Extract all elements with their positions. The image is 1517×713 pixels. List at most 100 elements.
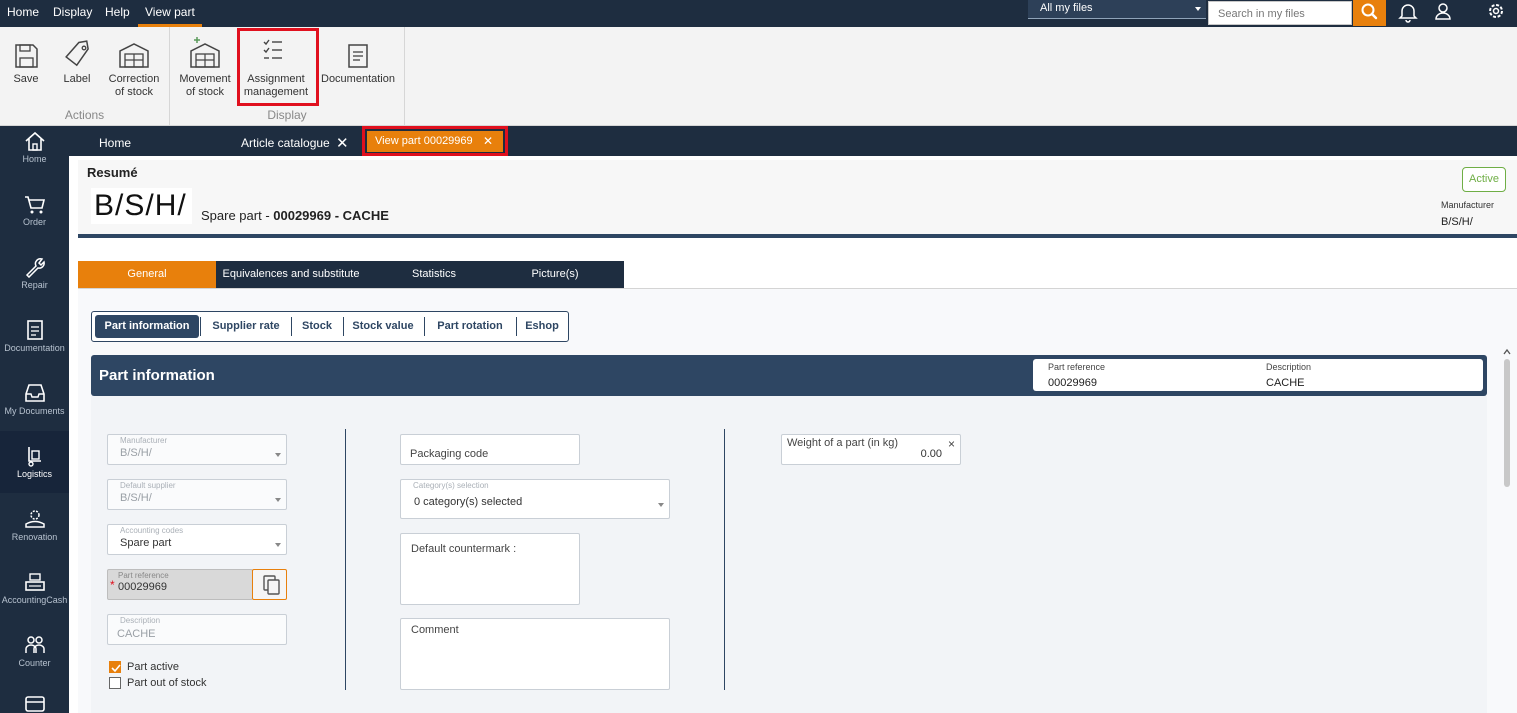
divider — [291, 317, 292, 336]
field-label: Part reference — [118, 571, 169, 580]
hand-truck-icon — [27, 447, 41, 467]
chevron-down-icon — [275, 453, 281, 457]
sidebar-item-card[interactable] — [0, 694, 69, 713]
subtab-part-information[interactable]: Part information — [95, 315, 199, 338]
default-countermark-textarea[interactable]: Default countermark : — [400, 533, 580, 605]
description-field[interactable]: Description CACHE — [107, 614, 287, 645]
field-label: Accounting codes — [120, 526, 184, 535]
chevron-down-icon — [275, 543, 281, 547]
settings-button[interactable] — [1481, 0, 1511, 26]
movement-of-stock-button[interactable]: Movement of stock — [177, 27, 233, 99]
accounting-codes-select[interactable]: Accounting codes Spare part — [107, 524, 287, 555]
summary-ref-value: 00029969 — [1048, 377, 1097, 389]
sidebar-label: Logistics — [16, 469, 52, 479]
category-selection-select[interactable]: Category(s) selection 0 category(s) sele… — [400, 479, 670, 519]
sidebar-label: Order — [22, 217, 46, 227]
packaging-code-field[interactable]: Packaging code — [400, 434, 580, 465]
close-icon[interactable]: ✕ — [336, 134, 349, 152]
wrench-icon — [25, 258, 45, 278]
divider — [343, 317, 344, 336]
sidebar-item-logistics[interactable]: Logistics — [0, 431, 69, 493]
copy-button[interactable] — [252, 569, 287, 600]
tab-statistics[interactable]: Statistics — [378, 261, 490, 288]
tab-pictures[interactable]: Picture(s) — [498, 261, 612, 288]
part-information-summary: Part reference 00029969 Description CACH… — [1033, 359, 1483, 391]
documentation-label: Documentation — [321, 73, 395, 85]
check-icon — [111, 664, 121, 673]
sidebar-item-documentation[interactable]: Documentation — [0, 319, 69, 381]
field-label: Description — [120, 616, 161, 625]
tab-general[interactable]: General — [78, 261, 216, 288]
sidebar-item-accounting-cash[interactable]: AccountingCash — [0, 571, 69, 633]
sidebar-item-renovation[interactable]: Renovation — [0, 508, 69, 570]
menu-help[interactable]: Help — [105, 0, 130, 27]
movement-label-1: Movement — [179, 73, 231, 85]
label-button[interactable]: Label — [57, 27, 97, 86]
field-value: B/S/H/ — [120, 447, 152, 459]
correction-label-2: of stock — [115, 86, 153, 98]
part-out-of-stock-label: Part out of stock — [127, 677, 207, 689]
subtab-eshop[interactable]: Eshop — [519, 315, 565, 338]
part-reference-field[interactable]: * Part reference 00029969 — [107, 569, 253, 600]
highlight-view-part-tab — [362, 126, 508, 156]
save-button[interactable]: Save — [6, 27, 46, 86]
sidebar-item-home[interactable]: Home — [0, 130, 69, 192]
subtab-supplier-rate[interactable]: Supplier rate — [204, 315, 288, 338]
notifications-button[interactable] — [1393, 0, 1423, 26]
manufacturer-value: B/S/H/ — [1441, 216, 1473, 228]
sidebar-item-counter[interactable]: Counter — [0, 634, 69, 696]
sidebar-label: Renovation — [11, 532, 58, 542]
subtab-part-rotation[interactable]: Part rotation — [427, 315, 513, 338]
ribbon-group-actions: Actions — [64, 108, 105, 122]
field-value: 0.00 — [920, 448, 942, 460]
part-active-checkbox[interactable] — [109, 661, 121, 673]
search-button[interactable] — [1353, 0, 1386, 26]
sidebar-item-order[interactable]: Order — [0, 193, 69, 255]
vertical-scrollbar[interactable] — [1502, 347, 1512, 713]
menu-display[interactable]: Display — [53, 0, 92, 27]
sidebar-label: Counter — [18, 658, 51, 668]
manufacturer-select[interactable]: Manufacturer B/S/H/ — [107, 434, 287, 465]
field-placeholder: Packaging code — [410, 448, 489, 460]
subtab-stock[interactable]: Stock — [294, 315, 340, 338]
field-value: 00029969 — [118, 581, 167, 593]
scope-select-value: All my files — [1040, 2, 1093, 14]
manufacturer-caption: Manufacturer — [1441, 200, 1495, 210]
save-label: Save — [13, 73, 39, 85]
scrollbar-thumb[interactable] — [1504, 359, 1510, 487]
ribbon-separator — [404, 27, 405, 125]
user-icon — [1435, 3, 1451, 20]
subtab-stock-value[interactable]: Stock value — [346, 315, 420, 338]
document-icon — [26, 320, 43, 340]
sidebar-label: Home — [22, 154, 47, 164]
correction-of-stock-button[interactable]: Correction of stock — [106, 27, 162, 99]
search-input[interactable]: Search in my files — [1208, 1, 1352, 25]
documentation-button[interactable]: Documentation — [318, 27, 398, 86]
search-icon — [1361, 3, 1378, 20]
sidebar-item-repair[interactable]: Repair — [0, 256, 69, 318]
tab-article-catalogue[interactable]: Article catalogue — [241, 136, 330, 150]
tab-home[interactable]: Home — [99, 136, 131, 150]
comment-textarea[interactable]: Comment — [400, 618, 670, 690]
user-button[interactable] — [1428, 0, 1458, 26]
summary-desc-value: CACHE — [1266, 377, 1305, 389]
field-value: CACHE — [117, 628, 156, 640]
field-value: B/S/H/ — [120, 492, 152, 504]
resume-header — [78, 160, 1517, 238]
part-information-title: Part information — [99, 367, 215, 384]
part-out-of-stock-checkbox[interactable] — [109, 677, 121, 689]
default-supplier-select[interactable]: Default supplier B/S/H/ — [107, 479, 287, 510]
chevron-up-icon — [1503, 348, 1511, 355]
sidebar-label: Documentation — [4, 343, 65, 353]
weight-field[interactable]: Weight of a part (in kg) 0.00 × — [781, 434, 961, 465]
scope-select[interactable]: All my files — [1028, 0, 1206, 19]
sub-tabs: Part information Supplier rate Stock Sto… — [91, 311, 569, 342]
chevron-down-icon — [1195, 7, 1201, 11]
tab-equivalences[interactable]: Equivalences and substitute — [216, 261, 366, 288]
document-icon — [348, 44, 368, 68]
menu-view-part[interactable]: View part — [138, 0, 202, 27]
field-label: Category(s) selection — [413, 481, 489, 490]
clear-icon[interactable]: × — [948, 437, 955, 451]
ribbon-group-display: Display — [267, 108, 307, 122]
menu-home[interactable]: Home — [7, 0, 39, 27]
